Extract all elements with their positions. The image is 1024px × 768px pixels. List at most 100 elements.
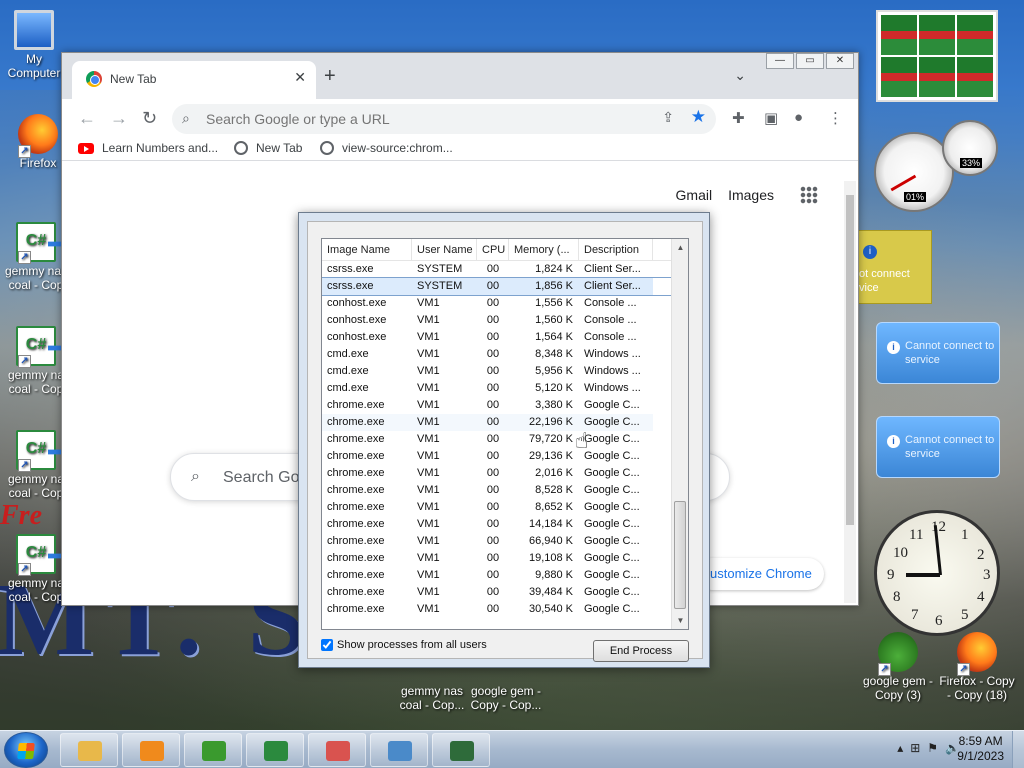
process-row[interactable]: chrome.exe VM1 00 29,136 K Google C...: [322, 448, 688, 465]
extensions-icon[interactable]: ✚: [732, 109, 745, 127]
back-arrow-icon[interactable]: ←: [78, 108, 96, 129]
tray-chevron-icon[interactable]: ▴: [897, 741, 903, 755]
process-row[interactable]: chrome.exe VM1 00 9,880 K Google C...: [322, 567, 688, 584]
column-image-name[interactable]: Image Name: [322, 239, 412, 260]
shortcut-arrow-icon: ↗: [18, 355, 31, 368]
wallpaper-red-text: Fre: [0, 500, 42, 531]
taskbar-button-media-player[interactable]: [122, 733, 180, 767]
service-gadget-1[interactable]: i Cannot connect to service: [876, 322, 1000, 384]
show-all-processes-checkbox[interactable]: Show processes from all users: [321, 639, 487, 651]
tab-search-chevron-icon[interactable]: ⌄: [734, 67, 746, 84]
weather-gadget[interactable]: i ot connect vice: [858, 230, 932, 304]
clock-gadget[interactable]: 12 1 2 3 4 5 6 7 8 9 10 11: [874, 510, 1000, 636]
taskbar-button-csharp-app[interactable]: [246, 733, 304, 767]
minimize-button[interactable]: —: [766, 53, 794, 69]
process-cell: 66,940 K: [528, 535, 573, 547]
taskbar-button-frog-app[interactable]: [184, 733, 242, 767]
scroll-up-arrow-icon[interactable]: ▲: [672, 239, 688, 256]
process-row[interactable]: cmd.exe VM1 00 5,120 K Windows ...: [322, 380, 688, 397]
bookmark-label: Learn Numbers and...: [102, 141, 219, 155]
taskbar-button-explorer[interactable]: [60, 733, 118, 767]
clock-number: 3: [983, 567, 991, 583]
process-row[interactable]: chrome.exe VM1 00 8,652 K Google C...: [322, 499, 688, 516]
process-row[interactable]: conhost.exe VM1 00 1,556 K Console ...: [322, 295, 688, 312]
scrollbar-thumb[interactable]: [846, 195, 854, 525]
gmail-link[interactable]: Gmail: [676, 187, 713, 203]
slideshow-gadget[interactable]: [876, 10, 998, 102]
bookmark-view-source[interactable]: view-source:chrom...: [320, 141, 453, 155]
process-cell: conhost.exe: [327, 331, 387, 343]
process-row[interactable]: chrome.exe VM1 00 14,184 K Google C...: [322, 516, 688, 533]
memory-meter-gadget[interactable]: 33%: [942, 120, 998, 176]
process-cell: 9,880 K: [535, 569, 573, 581]
process-row[interactable]: cmd.exe VM1 00 5,956 K Windows ...: [322, 363, 688, 380]
omnibox[interactable]: ⌕ ⇪ ★: [172, 104, 716, 134]
process-row[interactable]: csrss.exe SYSTEM 00 1,824 K Client Ser...: [322, 261, 688, 278]
process-row[interactable]: chrome.exe VM1 00 19,108 K Google C...: [322, 550, 688, 567]
column-memory[interactable]: Memory (...: [509, 239, 579, 260]
taskbar-button-photo-viewer[interactable]: [370, 733, 428, 767]
forward-arrow-icon[interactable]: →: [110, 108, 128, 129]
process-cell: chrome.exe: [327, 552, 385, 564]
share-icon[interactable]: ⇪: [662, 109, 674, 126]
desktop-icon-google-gem-right[interactable]: ↗ google gem - Copy (3): [858, 632, 938, 702]
close-button[interactable]: ✕: [826, 53, 854, 69]
process-list[interactable]: Image Name User Name CPU Memory (... Des…: [321, 238, 689, 630]
process-cell: VM1: [417, 467, 440, 479]
menu-kebab-icon[interactable]: ⋮: [828, 109, 843, 127]
scrollbar-thumb[interactable]: [674, 501, 686, 609]
globe-icon: [234, 141, 248, 155]
process-cell: chrome.exe: [322, 414, 412, 431]
omnibox-input[interactable]: [206, 109, 626, 129]
process-row[interactable]: chrome.exe VM1 00 79,720 K Google C...: [322, 431, 688, 448]
tab-new-tab[interactable]: New Tab ✕: [72, 61, 316, 99]
profile-avatar-icon[interactable]: ●: [794, 109, 803, 126]
side-panel-icon[interactable]: ▣: [764, 109, 778, 127]
scroll-down-arrow-icon[interactable]: ▼: [672, 612, 688, 629]
bookmark-star-icon[interactable]: ★: [691, 107, 706, 127]
checkbox[interactable]: [321, 639, 333, 651]
process-row[interactable]: chrome.exe VM1 00 39,484 K Google C...: [322, 584, 688, 601]
bookmark-learn-numbers[interactable]: Learn Numbers and...: [78, 141, 218, 155]
page-scrollbar[interactable]: [844, 181, 856, 603]
bookmark-new-tab[interactable]: New Tab: [234, 141, 302, 155]
process-cell: 2,016 K: [535, 467, 573, 479]
taskbar-button-task-manager[interactable]: [432, 733, 490, 767]
desktop-icon-firefox-copy[interactable]: ↗ Firefox - Copy - Copy (18): [936, 632, 1018, 702]
apps-grid-icon[interactable]: [800, 186, 818, 204]
images-link[interactable]: Images: [728, 187, 774, 203]
process-row[interactable]: chrome.exe VM1 00 2,016 K Google C...: [322, 465, 688, 482]
column-description[interactable]: Description: [579, 239, 653, 260]
process-cell: 00: [486, 348, 500, 360]
process-row[interactable]: conhost.exe VM1 00 1,564 K Console ...: [322, 329, 688, 346]
network-icon[interactable]: ⊞: [910, 741, 920, 755]
taskbar-button-paint-app[interactable]: [308, 733, 366, 767]
flag-icon[interactable]: ⚑: [927, 741, 938, 755]
process-row[interactable]: conhost.exe VM1 00 1,560 K Console ...: [322, 312, 688, 329]
process-list-header: Image Name User Name CPU Memory (... Des…: [322, 239, 688, 261]
process-row[interactable]: chrome.exe VM1 00 3,380 K Google C...: [322, 397, 688, 414]
column-cpu[interactable]: CPU: [477, 239, 509, 260]
process-row[interactable]: chrome.exe VM1 00 8,528 K Google C...: [322, 482, 688, 499]
new-tab-button[interactable]: +: [324, 65, 336, 88]
customize-chrome-button[interactable]: ustomize Chrome: [696, 558, 824, 590]
maximize-button[interactable]: ▭: [796, 53, 824, 69]
process-row[interactable]: csrss.exe SYSTEM 00 1,856 K Client Ser...: [322, 277, 688, 296]
show-desktop-button[interactable]: [1012, 731, 1024, 768]
taskbar-clock[interactable]: 8:59 AM 9/1/2023: [957, 734, 1004, 764]
process-cell: Windows ...: [584, 348, 641, 360]
process-row[interactable]: cmd.exe VM1 00 8,348 K Windows ...: [322, 346, 688, 363]
reload-icon[interactable]: ↻: [142, 108, 157, 129]
service-gadget-2[interactable]: i Cannot connect to service: [876, 416, 1000, 478]
start-button[interactable]: [4, 732, 48, 768]
end-process-button[interactable]: End Process: [593, 640, 689, 662]
frog-icon: ↗: [878, 632, 918, 676]
process-row[interactable]: chrome.exe VM1 00 66,940 K Google C...: [322, 533, 688, 550]
process-row[interactable]: chrome.exe VM1 00 22,196 K Google C...: [322, 414, 688, 431]
process-list-scrollbar[interactable]: ▲ ▼: [671, 239, 688, 629]
desktop-icon-my-computer[interactable]: My Computer: [0, 10, 70, 80]
tab-close-icon[interactable]: ✕: [294, 69, 306, 86]
column-user-name[interactable]: User Name: [412, 239, 477, 260]
process-cell: conhost.exe: [327, 297, 387, 309]
process-row[interactable]: chrome.exe VM1 00 30,540 K Google C...: [322, 601, 688, 618]
